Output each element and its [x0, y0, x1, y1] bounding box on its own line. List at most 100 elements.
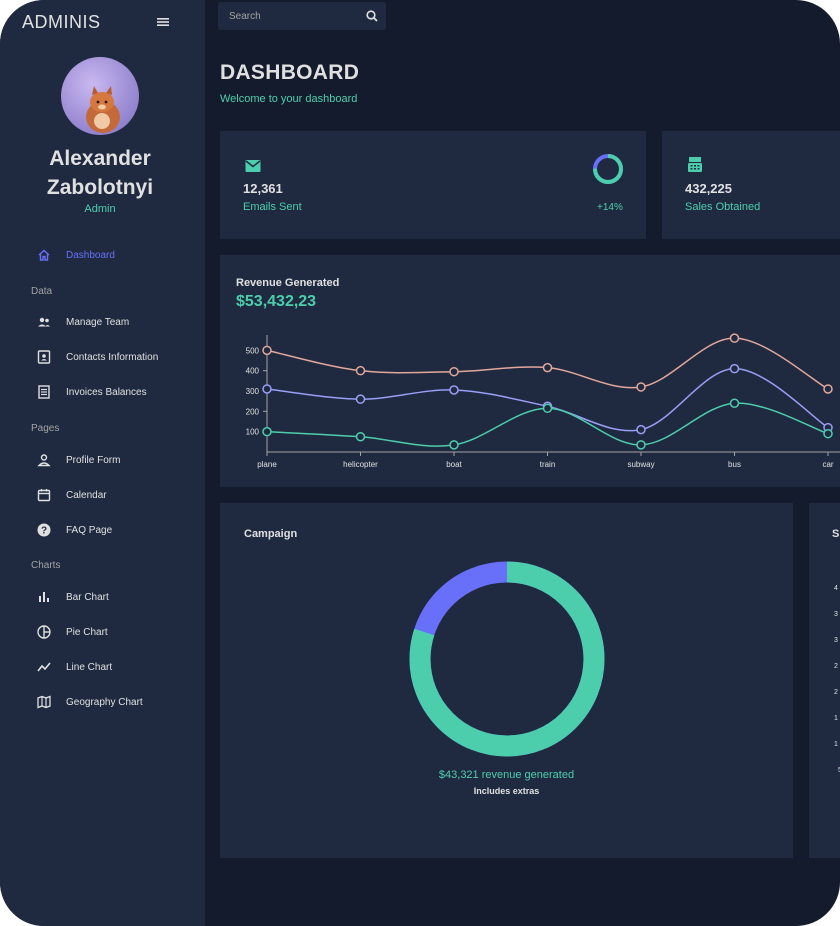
sidebar-item-bar-chart[interactable]: Bar Chart — [36, 587, 109, 607]
search-bar — [218, 2, 386, 30]
sidebar: ADMINIS Alexander Zabolotnyi Admin Dashb… — [0, 0, 205, 926]
axis-tick: 2 — [834, 689, 838, 696]
data-point[interactable] — [823, 428, 833, 439]
axis-tick: 3 — [834, 611, 838, 618]
receipt-icon — [36, 384, 52, 400]
team-icon — [36, 314, 52, 330]
campaign-revenue-text: $43,321 revenue generated — [438, 769, 575, 781]
x-tick-label: plane — [257, 460, 277, 469]
revenue-value: $53,432,23 — [236, 293, 317, 310]
x-tick-label: helicopter — [343, 460, 378, 469]
stat-label: Sales Obtained — [685, 201, 761, 213]
revenue-card: Revenue Generated $53,432,23 100 200 300 40… — [220, 255, 840, 487]
home-icon — [36, 247, 52, 263]
stat-value: 432,225 — [685, 181, 732, 196]
user-first-name: Alexander — [49, 147, 151, 170]
revenue-line-chart: 100 200 300 400 500 plane helicopter boat train s… — [246, 333, 840, 469]
sidebar-item-contacts[interactable]: Contacts Information — [36, 347, 158, 367]
data-point[interactable] — [355, 365, 366, 376]
data-point[interactable] — [729, 398, 740, 408]
axis-tick: 4 — [834, 585, 838, 592]
stat-label: Emails Sent — [243, 201, 302, 213]
data-point[interactable] — [449, 440, 459, 450]
x-tick-label: car — [822, 460, 833, 469]
x-tick-label: train — [540, 460, 556, 469]
page-subtitle: Welcome to your dashboard — [220, 93, 358, 105]
brand-logo: ADMINIS — [22, 12, 101, 32]
sidebar-item-calendar[interactable]: Calendar — [36, 485, 107, 505]
y-tick-label: 200 — [246, 407, 260, 416]
sidebar-item-label: Pie Chart — [66, 626, 108, 638]
x-tick-label: subway — [627, 460, 654, 469]
sidebar-section-data: Data — [31, 286, 53, 297]
user-role: Admin — [84, 203, 116, 215]
data-point[interactable] — [355, 432, 366, 442]
user-last-name: Zabolotnyi — [46, 176, 154, 199]
data-point[interactable] — [729, 333, 740, 343]
y-tick-label: 100 — [246, 428, 260, 437]
menu-icon[interactable] — [155, 14, 171, 30]
y-tick-label: 400 — [246, 367, 260, 376]
axis-tick: 1 — [834, 715, 838, 722]
search-input[interactable] — [218, 2, 369, 30]
data-point[interactable] — [262, 426, 272, 437]
sidebar-item-label: Contacts Information — [66, 351, 159, 363]
axis-tick: 1 — [834, 741, 838, 748]
line-chart-icon — [36, 659, 52, 675]
stat-card-emails: 12,361 Emails Sent +14% — [220, 131, 646, 239]
progress-circle — [592, 153, 624, 185]
sidebar-item-label: Bar Chart — [66, 591, 109, 603]
sidebar-item-label: Geography Chart — [66, 696, 143, 708]
data-point[interactable] — [823, 384, 833, 394]
campaign-subtext: Includes extras — [473, 786, 540, 796]
sidebar-item-geography-chart[interactable]: Geography Chart — [36, 692, 143, 712]
data-point[interactable] — [449, 366, 459, 377]
page-title: DASHBOARD — [220, 61, 360, 84]
data-point[interactable] — [636, 382, 646, 392]
partial-card-title: S — [832, 528, 840, 540]
partial-chart-card: S 4 3 3 2 2 1 1 5 — [809, 503, 840, 858]
contacts-icon — [36, 349, 52, 365]
bar-chart-icon — [36, 589, 52, 605]
data-point[interactable] — [262, 345, 272, 356]
data-point[interactable] — [355, 394, 366, 404]
sidebar-item-manage-team[interactable]: Manage Team — [36, 312, 129, 332]
campaign-card: Campaign $43,321 revenue generated Inclu… — [220, 503, 793, 858]
data-point[interactable] — [449, 385, 459, 395]
data-point[interactable] — [262, 384, 272, 394]
sidebar-item-invoices[interactable]: Invoices Balances — [36, 382, 147, 402]
sidebar-item-pie-chart[interactable]: Pie Chart — [36, 622, 108, 642]
data-point[interactable] — [542, 362, 553, 373]
sidebar-item-dashboard[interactable]: Dashboard — [36, 245, 115, 265]
data-point[interactable] — [636, 440, 646, 450]
sidebar-item-label: Invoices Balances — [66, 386, 147, 398]
sidebar-item-line-chart[interactable]: Line Chart — [36, 657, 112, 677]
campaign-title: Campaign — [244, 528, 298, 540]
sidebar-section-pages: Pages — [31, 423, 60, 434]
sidebar-item-label: Calendar — [66, 489, 107, 501]
revenue-title: Revenue Generated — [236, 277, 340, 289]
sidebar-section-charts: Charts — [31, 560, 61, 571]
data-point[interactable] — [542, 403, 553, 414]
sidebar-item-faq[interactable]: ? FAQ Page — [36, 520, 112, 540]
search-icon[interactable] — [364, 8, 380, 24]
stat-value: 12,361 — [243, 181, 283, 196]
point-of-sale-icon — [686, 155, 704, 175]
sidebar-item-label: Profile Form — [66, 454, 121, 466]
avatar[interactable] — [61, 57, 139, 135]
person-icon — [36, 452, 52, 468]
sidebar-item-profile-form[interactable]: Profile Form — [36, 450, 120, 470]
map-icon — [36, 694, 52, 710]
data-point[interactable] — [636, 424, 646, 435]
calendar-icon — [36, 487, 52, 503]
stat-change: +14% — [597, 202, 623, 213]
pie-chart-icon — [36, 624, 52, 640]
data-point[interactable] — [729, 363, 740, 374]
x-tick-label: bus — [728, 460, 741, 469]
stat-card-sales: 432,225 Sales Obtained — [662, 131, 840, 239]
email-icon — [244, 157, 262, 175]
y-tick-label: 500 — [246, 346, 260, 355]
series-line-1 — [266, 367, 829, 432]
sidebar-item-label: Manage Team — [66, 316, 130, 328]
sidebar-item-label: Line Chart — [66, 661, 113, 673]
